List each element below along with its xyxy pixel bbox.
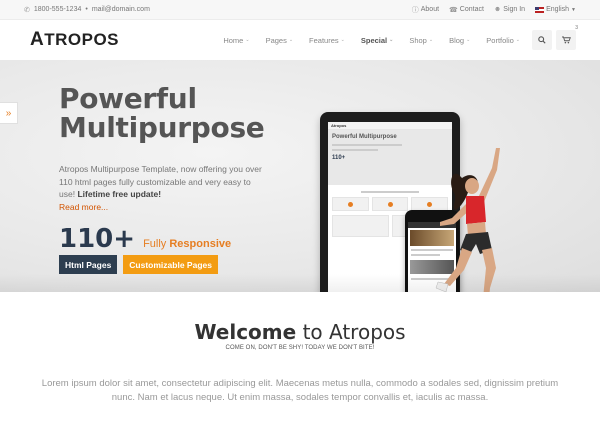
nav-special[interactable]: Special ⌄: [353, 36, 401, 45]
hero-section: » Powerful Multipurpose Atropos Multipur…: [0, 60, 600, 292]
tablet-screen-box: [332, 215, 389, 237]
nav-home[interactable]: Home ⌄: [215, 36, 257, 45]
contact-separator: •: [85, 6, 88, 13]
top-links: ⓘ About ☎ Contact ☻ Sign In English ▼: [412, 5, 576, 15]
tablet-screen-dot: [387, 202, 393, 207]
hero-tags: Html Pages Customizable Pages: [59, 255, 218, 274]
chevron-down-icon: ⌄: [389, 37, 394, 43]
info-icon: ⓘ: [411, 6, 419, 14]
main-header: A TROPOS Home ⌄ Pages ⌄ Features ⌄ Special ⌄ …: [0, 20, 600, 60]
logo-mark: A: [30, 29, 45, 50]
chevron-down-icon: ⌄: [515, 37, 520, 43]
nav-home-label: Home: [223, 35, 244, 45]
cart-count-badge: 3: [575, 25, 578, 31]
double-chevron-right-icon: »: [5, 107, 12, 119]
sign-in-label: Sign In: [503, 6, 526, 13]
language-selector[interactable]: English ▼: [535, 6, 576, 13]
phone-number: 1800-555-1234: [33, 6, 82, 13]
nav-features[interactable]: Features ⌄: [301, 36, 353, 45]
nav-portfolio-label: Portfolio: [486, 35, 514, 45]
main-nav: Home ⌄ Pages ⌄ Features ⌄ Special ⌄ Shop ⌄ Bl…: [215, 25, 578, 50]
chevron-down-icon: ⌄: [466, 37, 471, 43]
search-icon: [538, 36, 546, 44]
chevron-down-icon: ⌄: [288, 37, 294, 43]
welcome-body: Lorem ipsum dolor sit amet, consectetur …: [41, 378, 559, 403]
hero-title-line2: Multipurpose: [59, 111, 265, 144]
contact-link[interactable]: ☎ Contact: [449, 6, 484, 14]
nav-special-label: Special: [360, 35, 388, 45]
caret-down-icon: ▼: [571, 6, 576, 13]
hero-description: Atropos Multipurpose Template, now offer…: [59, 163, 264, 213]
page-count-row: 110+ Fully Responsive: [59, 224, 231, 254]
nav-blog-label: Blog: [449, 35, 465, 45]
cart-button[interactable]: 3: [556, 25, 578, 50]
contact-label: Contact: [459, 6, 484, 13]
tablet-screen-dot: [347, 202, 353, 207]
chevron-down-icon: ⌄: [245, 37, 250, 43]
customizable-pages-tag: Customizable Pages: [123, 255, 218, 274]
tablet-screen-box: [371, 197, 409, 211]
side-panel-toggle[interactable]: »: [0, 102, 18, 124]
sign-in-link[interactable]: ☻ Sign In: [494, 6, 525, 13]
contact-icon: ☎: [449, 6, 458, 14]
cart-icon: [561, 36, 571, 44]
about-label: About: [420, 6, 440, 13]
page-count: 110+: [59, 224, 136, 254]
site-logo[interactable]: A TROPOS: [30, 29, 119, 51]
welcome-subtitle: COME ON, DON'T BE SHY! TODAY WE DON'T BI…: [225, 345, 375, 351]
welcome-title-bold: Welcome: [194, 320, 297, 344]
nav-blog[interactable]: Blog ⌄: [441, 36, 478, 45]
nav-shop-label: Shop: [409, 35, 427, 45]
phone-icon: ✆: [24, 6, 30, 14]
chevron-down-icon: ⌄: [340, 37, 345, 43]
language-label: English: [546, 6, 570, 13]
dancer-image: [435, 148, 500, 292]
nav-pages-label: Pages: [265, 35, 287, 45]
responsive-label: Fully Responsive: [143, 238, 231, 250]
welcome-section: Welcome to Atropos COME ON, DON'T BE SHY…: [0, 292, 600, 405]
nav-pages[interactable]: Pages ⌄: [258, 36, 301, 45]
tablet-screen-box: [332, 197, 369, 211]
email-address[interactable]: mail@domain.com: [92, 6, 150, 13]
top-bar: ✆ 1800-555-1234 • mail@domain.com ⓘ About…: [0, 0, 600, 20]
hero-title-line1: Powerful: [59, 82, 197, 115]
chevron-down-icon: ⌄: [428, 37, 434, 43]
tablet-screen-line: [361, 191, 419, 193]
tablet-screen-line: [332, 143, 402, 146]
search-button[interactable]: [532, 30, 552, 50]
read-more-link[interactable]: Read more...: [59, 202, 108, 212]
nav-features-label: Features: [309, 35, 339, 45]
hero-desc-bold: Lifetime free update!: [77, 189, 162, 199]
contact-info: ✆ 1800-555-1234 • mail@domain.com: [24, 6, 150, 14]
tablet-screen-line: [332, 148, 379, 151]
responsive-bold: Responsive: [169, 238, 232, 250]
responsive-prefix: Fully: [143, 238, 167, 250]
user-icon: ☻: [493, 6, 502, 13]
nav-portfolio[interactable]: Portfolio ⌄: [478, 36, 528, 45]
us-flag-icon: [535, 6, 545, 13]
welcome-title: Welcome to Atropos: [0, 320, 600, 344]
logo-text: TROPOS: [44, 30, 120, 49]
tablet-screen-brand: Atropos: [328, 122, 452, 130]
phone-screen-line: [411, 278, 453, 280]
hero-title: Powerful Multipurpose: [59, 84, 265, 142]
welcome-title-rest: to Atropos: [296, 320, 406, 344]
nav-shop[interactable]: Shop ⌄: [401, 36, 441, 45]
about-link[interactable]: ⓘ About: [412, 5, 439, 15]
html-pages-tag: Html Pages: [59, 255, 118, 274]
